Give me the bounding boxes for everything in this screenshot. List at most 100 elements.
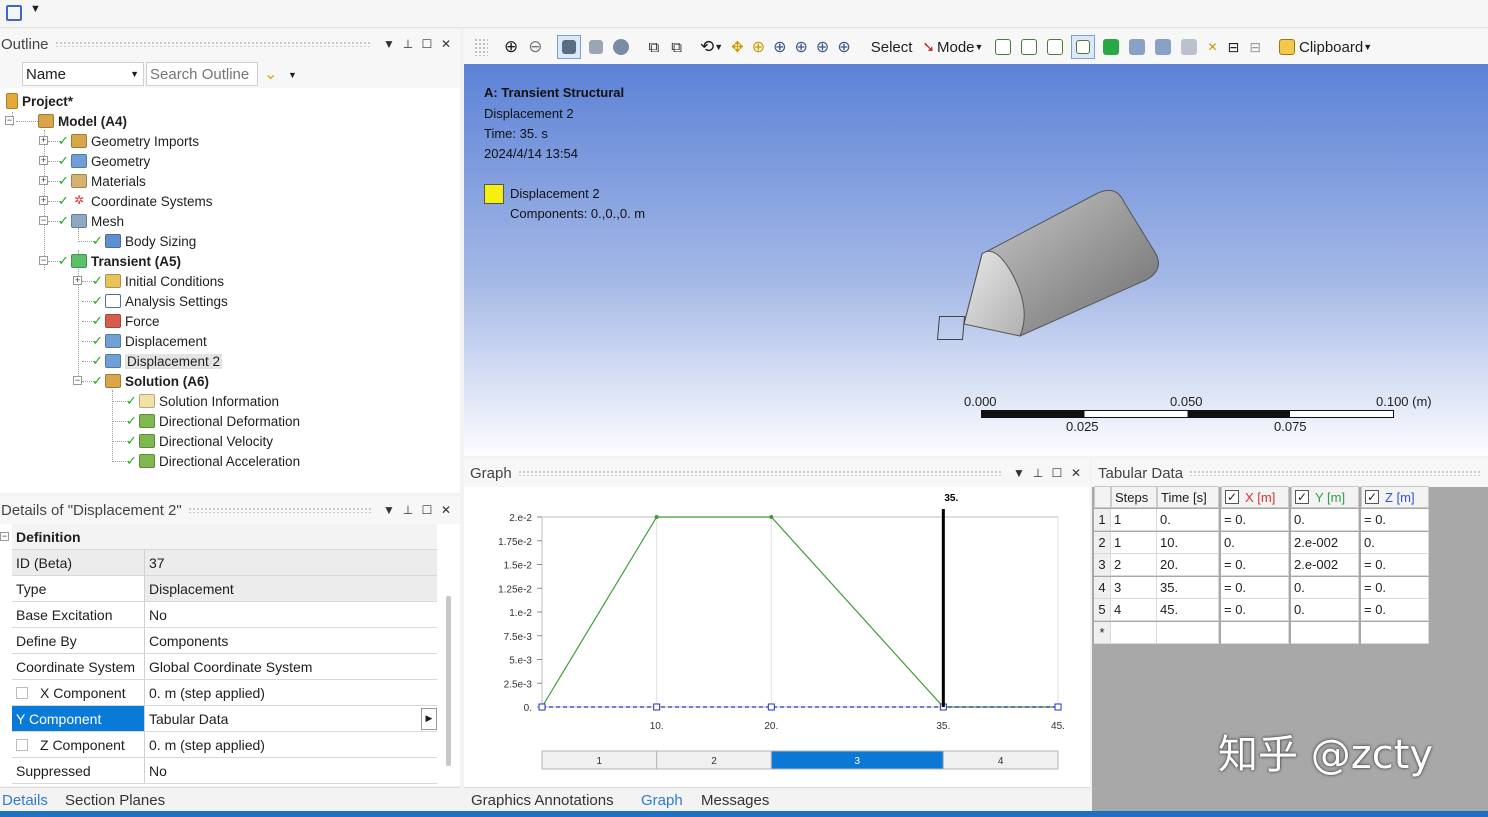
- column-header-y[interactable]: ✓ Y [m]: [1291, 486, 1359, 508]
- dropdown-arrow-icon[interactable]: ▼: [30, 3, 41, 15]
- collapse-toggle[interactable]: −: [5, 116, 14, 125]
- zoom-icon[interactable]: ⊕: [752, 37, 765, 57]
- pin-icon[interactable]: ⊥: [400, 502, 416, 518]
- table-cell[interactable]: 2.e-002: [1291, 554, 1359, 576]
- dropdown-arrow-icon[interactable]: ▼: [1363, 42, 1372, 52]
- mode-button[interactable]: Mode: [937, 39, 975, 56]
- column-checkbox[interactable]: ✓: [1295, 490, 1309, 504]
- previous-view-icon[interactable]: ⊕: [837, 37, 850, 57]
- tab-details[interactable]: Details: [2, 788, 48, 812]
- search-outline-input[interactable]: [146, 62, 258, 86]
- extend-limits-icon[interactable]: [1047, 39, 1064, 55]
- collapse-toggle[interactable]: −: [73, 376, 82, 385]
- details-row[interactable]: Coordinate System Global Coordinate Syst…: [12, 654, 437, 680]
- tree-item-force[interactable]: ✓ Force: [92, 311, 160, 331]
- table-cell[interactable]: 4: [1111, 599, 1157, 621]
- maximize-icon[interactable]: ☐: [419, 502, 435, 518]
- details-row[interactable]: Suppressed No: [12, 758, 437, 784]
- maximize-icon[interactable]: ☐: [1049, 465, 1065, 481]
- pin-icon[interactable]: ⊥: [1030, 465, 1046, 481]
- table-cell[interactable]: = 0.: [1221, 599, 1289, 621]
- expand-toggle[interactable]: +: [39, 196, 48, 205]
- table-cell[interactable]: [1361, 621, 1429, 644]
- shell-icon[interactable]: [1129, 39, 1146, 55]
- tab-section-planes[interactable]: Section Planes: [65, 788, 165, 812]
- details-row[interactable]: Type Displacement: [12, 576, 437, 602]
- tree-item-model[interactable]: Model (A4): [38, 111, 127, 131]
- column-checkbox[interactable]: ✓: [1365, 490, 1379, 504]
- tree-item-solution[interactable]: ✓ Solution (A6): [92, 371, 209, 391]
- cursor-mode-icon[interactable]: ➘: [922, 38, 935, 56]
- magnifier-icon[interactable]: ⊕: [816, 37, 829, 57]
- parameter-checkbox[interactable]: [16, 738, 28, 751]
- dropdown-arrow-icon[interactable]: ▼: [975, 42, 984, 52]
- details-row[interactable]: X Component 0. m (step applied): [12, 680, 437, 706]
- collapse-toggle[interactable]: −: [39, 216, 48, 225]
- table-cell[interactable]: = 0.: [1361, 509, 1429, 531]
- tree-item-materials[interactable]: ✓ Materials: [58, 171, 146, 191]
- displacement-marker[interactable]: [936, 316, 966, 340]
- xyz-icon[interactable]: ✕: [1207, 40, 1217, 54]
- collapse-toggle[interactable]: −: [39, 256, 48, 265]
- column-header-x[interactable]: ✓ X [m]: [1221, 486, 1289, 508]
- expand-toggle[interactable]: +: [39, 136, 48, 145]
- row-value[interactable]: 0. m (step applied): [145, 732, 437, 757]
- expand-toggle[interactable]: +: [73, 276, 82, 285]
- body-select-icon[interactable]: [556, 35, 581, 59]
- tree-item-analysis-settings[interactable]: ✓ Analysis Settings: [92, 291, 228, 311]
- grid-view-icon[interactable]: [1155, 39, 1172, 55]
- table-cell[interactable]: [1111, 621, 1157, 644]
- dropdown-icon[interactable]: ▼: [381, 36, 397, 52]
- tab-graph[interactable]: Graph: [641, 788, 683, 812]
- parameter-checkbox[interactable]: [16, 686, 28, 699]
- element-icon[interactable]: ⧉: [671, 39, 682, 56]
- details-row[interactable]: Z Component 0. m (step applied): [12, 732, 437, 758]
- tree-item-coordinate-systems[interactable]: ✓ ✲ Coordinate Systems: [58, 191, 213, 211]
- table-cell[interactable]: = 0.: [1361, 576, 1429, 599]
- details-row[interactable]: Define By Components: [12, 628, 437, 654]
- show-all-icon[interactable]: [612, 39, 629, 55]
- row-value-cell[interactable]: Tabular Data ▶: [145, 706, 437, 731]
- graphics-viewport[interactable]: A: Transient Structural Displacement 2 T…: [464, 64, 1488, 456]
- row-value[interactable]: No: [145, 758, 437, 783]
- table-cell[interactable]: = 0.: [1361, 554, 1429, 576]
- node-icon[interactable]: ⧉: [649, 39, 660, 56]
- column-header-steps[interactable]: Steps: [1111, 486, 1157, 508]
- maximize-icon[interactable]: ☐: [419, 36, 435, 52]
- expand-toggle[interactable]: +: [39, 156, 48, 165]
- clipboard-icon[interactable]: [1278, 39, 1295, 55]
- tree-item-geometry[interactable]: ✓ Geometry: [58, 151, 150, 171]
- column-header-time[interactable]: Time [s]: [1157, 486, 1219, 508]
- table-cell[interactable]: 2: [1111, 554, 1157, 576]
- table-cell[interactable]: [1291, 621, 1359, 644]
- tree-item-project[interactable]: Project*: [6, 91, 73, 111]
- extend-adjacent-icon[interactable]: [1021, 39, 1038, 55]
- table-cell[interactable]: 10.: [1157, 531, 1219, 554]
- details-row-selected[interactable]: Y Component Tabular Data ▶: [12, 706, 437, 732]
- image-icon[interactable]: ⊟: [1249, 39, 1261, 56]
- table-cell[interactable]: 0.: [1361, 531, 1429, 554]
- table-cell[interactable]: = 0.: [1221, 509, 1289, 531]
- tree-item-mesh[interactable]: ✓ Mesh: [58, 211, 124, 231]
- table-cell[interactable]: 1: [1111, 531, 1157, 554]
- table-cell[interactable]: 0.: [1291, 509, 1359, 531]
- tree-item-displacement-2[interactable]: ✓ Displacement 2: [92, 351, 223, 371]
- tree-item-directional-acceleration[interactable]: ✓ Directional Acceleration: [126, 451, 300, 471]
- tree-item-geometry-imports[interactable]: ✓ Geometry Imports: [58, 131, 199, 151]
- dropdown-arrow-icon[interactable]: ▼: [714, 42, 723, 52]
- green-face-icon[interactable]: [1103, 39, 1120, 55]
- zoom-in-icon[interactable]: ⊕: [504, 37, 518, 57]
- table-cell[interactable]: 35.: [1157, 576, 1219, 599]
- table-cell[interactable]: 3: [1111, 576, 1157, 599]
- dropdown-icon[interactable]: ▼: [381, 502, 397, 518]
- tree-item-directional-velocity[interactable]: ✓ Directional Velocity: [126, 431, 273, 451]
- load-history-chart[interactable]: 0. 2.5e-3 5.e-3 7.5e-3 1.e-2 1.25e-2 1.5e-2 1.7…: [464, 487, 1090, 787]
- tree-item-initial-conditions[interactable]: ✓ Initial Conditions: [92, 271, 224, 291]
- zoom-out-icon[interactable]: ⊖: [528, 37, 542, 57]
- close-icon[interactable]: ✕: [438, 36, 454, 52]
- tab-graphics-annotations[interactable]: Graphics Annotations: [471, 788, 614, 812]
- tab-messages[interactable]: Messages: [701, 788, 769, 812]
- tree-item-directional-deformation[interactable]: ✓ Directional Deformation: [126, 411, 300, 431]
- tree-item-body-sizing[interactable]: ✓ Body Sizing: [92, 231, 196, 251]
- save-icon[interactable]: [6, 5, 22, 21]
